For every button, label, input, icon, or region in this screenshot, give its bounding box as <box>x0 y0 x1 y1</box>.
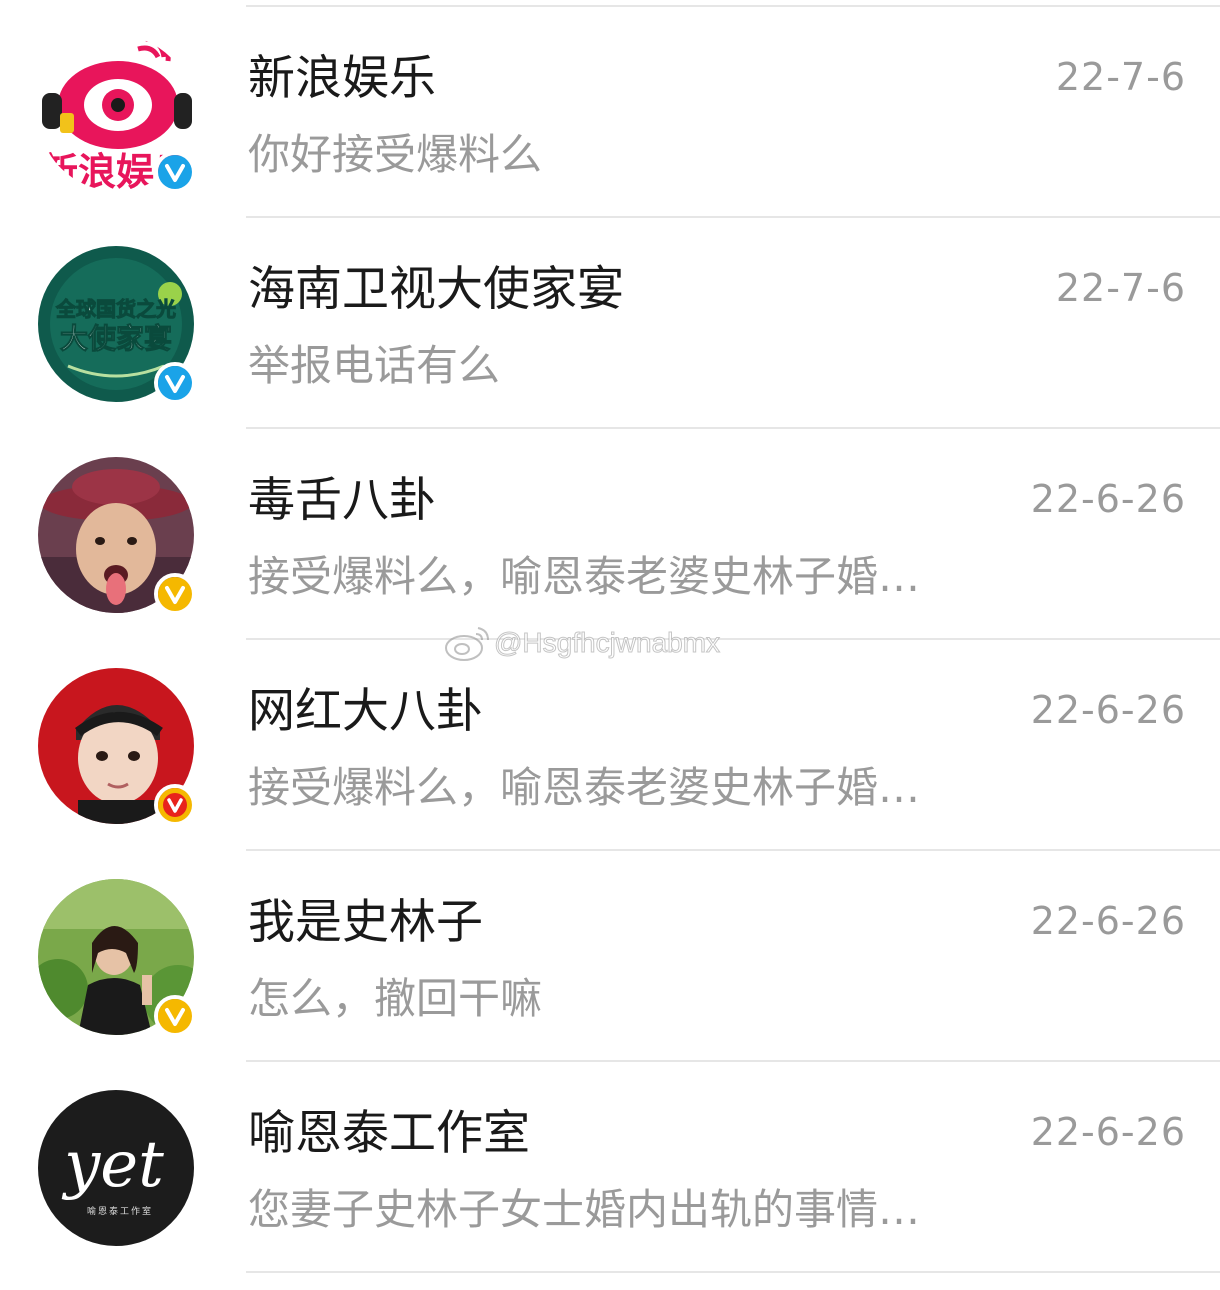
conversation-row-ambassador-banquet[interactable]: 全球国货之光 大使家宴 海南卫视大使家宴 22-7-6 举报电话有么 <box>0 218 1220 429</box>
verified-check-icon <box>158 577 192 611</box>
message-preview: 接受爆料么，喻恩泰老婆史林子婚… <box>248 763 921 812</box>
conversation-row-shi-linzi[interactable]: 我是史林子 22-6-26 怎么，撤回干嘛 <box>0 851 1220 1062</box>
message-preview: 你好接受爆料么 <box>248 130 543 179</box>
message-date: 22-7-6 <box>1055 266 1186 310</box>
verified-badge <box>154 573 196 615</box>
message-date: 22-7-6 <box>1055 55 1186 99</box>
verified-check-icon <box>158 366 192 400</box>
message-preview: 举报电话有么 <box>248 341 501 390</box>
svg-text:全球国货之光: 全球国货之光 <box>55 297 176 321</box>
message-preview: 接受爆料么，喻恩泰老婆史林子婚… <box>248 552 921 601</box>
contact-name: 网红大八卦 <box>248 684 483 739</box>
verified-check-icon <box>158 788 192 822</box>
message-date: 22-6-26 <box>1030 899 1186 943</box>
svg-text:yet: yet <box>61 1128 164 1202</box>
contact-name: 喻恩泰工作室 <box>248 1106 530 1161</box>
message-preview: 您妻子史林子女士婚内出轨的事情… <box>248 1185 921 1234</box>
verified-badge <box>154 362 196 404</box>
message-list: 新浪娱乐 新浪娱乐 22-7-6 你好接受爆料么 全球国货之光 大使家宴 海南卫… <box>0 0 1220 1290</box>
weibo-watermark: @Hsgfhcjwnabmx <box>444 624 721 662</box>
conversation-row-influencer-gossip[interactable]: 网红大八卦 22-6-26 接受爆料么，喻恩泰老婆史林子婚… <box>0 640 1220 851</box>
weibo-icon <box>445 627 489 661</box>
avatar[interactable] <box>38 457 198 617</box>
conversation-row-poison-tongue-gossip[interactable]: 毒舌八卦 22-6-26 接受爆料么，喻恩泰老婆史林子婚… <box>0 429 1220 640</box>
avatar[interactable]: 全球国货之光 大使家宴 <box>38 246 198 406</box>
conversation-row-yu-entai-studio[interactable]: yet 喻恩泰工作室 喻恩泰工作室 22-6-26 您妻子史林子女士婚内出轨的事… <box>0 1062 1220 1273</box>
contact-name: 毒舌八卦 <box>248 473 436 528</box>
avatar[interactable] <box>38 668 198 828</box>
svg-text:喻恩泰工作室: 喻恩泰工作室 <box>87 1205 153 1217</box>
verified-check-icon <box>158 155 192 189</box>
verified-badge <box>154 151 196 193</box>
message-date: 22-6-26 <box>1030 1110 1186 1154</box>
verified-badge <box>154 784 196 826</box>
contact-name: 新浪娱乐 <box>248 51 436 106</box>
svg-text:大使家宴: 大使家宴 <box>60 322 172 355</box>
avatar[interactable] <box>38 879 198 1039</box>
contact-name: 海南卫视大使家宴 <box>248 262 624 317</box>
message-date: 22-6-26 <box>1030 477 1186 521</box>
avatar[interactable]: 新浪娱乐 <box>38 35 198 195</box>
conversation-row-sina-entertainment[interactable]: 新浪娱乐 新浪娱乐 22-7-6 你好接受爆料么 <box>0 7 1220 218</box>
divider <box>246 1271 1220 1273</box>
avatar[interactable]: yet 喻恩泰工作室 <box>38 1090 198 1250</box>
verified-check-icon <box>158 999 192 1033</box>
message-preview: 怎么，撤回干嘛 <box>248 974 543 1023</box>
yet-studio-logo: yet 喻恩泰工作室 <box>38 1090 194 1246</box>
message-date: 22-6-26 <box>1030 688 1186 732</box>
verified-badge <box>154 995 196 1037</box>
watermark-text: @Hsgfhcjwnabmx <box>493 627 721 659</box>
contact-name: 我是史林子 <box>248 895 483 950</box>
